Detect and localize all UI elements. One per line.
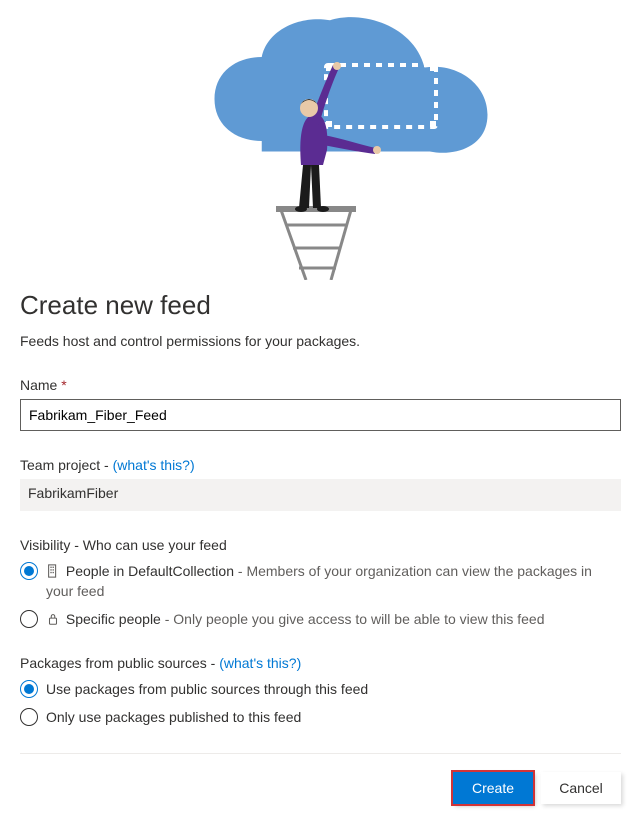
- create-button[interactable]: Create: [453, 772, 533, 804]
- team-project-value: FabrikamFiber: [20, 479, 621, 511]
- page-subtitle: Feeds host and control permissions for y…: [20, 333, 621, 349]
- cloud-illustration: [151, 10, 491, 280]
- radio-public-use[interactable]: [20, 680, 38, 698]
- team-project-whats-this-link[interactable]: (what's this?): [113, 457, 195, 473]
- public-use-label: Use packages from public sources through…: [46, 679, 621, 699]
- visibility-label: Visibility - Who can use your feed: [20, 537, 621, 553]
- team-project-group: Team project - (what's this?) FabrikamFi…: [20, 457, 621, 511]
- visibility-specific-desc: - Only people you give access to will be…: [161, 611, 545, 627]
- public-sources-option-use[interactable]: Use packages from public sources through…: [20, 679, 621, 699]
- name-input[interactable]: [20, 399, 621, 431]
- public-sources-label-text: Packages from public sources -: [20, 655, 219, 671]
- team-project-label-text: Team project -: [20, 457, 113, 473]
- public-sources-label: Packages from public sources - (what's t…: [20, 655, 621, 671]
- required-marker: *: [61, 377, 66, 393]
- name-group: Name *: [20, 377, 621, 431]
- visibility-option-specific-label: Specific people - Only people you give a…: [46, 609, 621, 629]
- divider: [20, 753, 621, 754]
- visibility-option-org-label: People in DefaultCollection - Members of…: [46, 561, 621, 601]
- name-label-text: Name: [20, 377, 57, 393]
- radio-public-only[interactable]: [20, 708, 38, 726]
- radio-visibility-specific[interactable]: [20, 610, 38, 628]
- cancel-button[interactable]: Cancel: [541, 772, 621, 804]
- visibility-specific-title: Specific people: [66, 611, 161, 627]
- dialog-footer: Create Cancel: [20, 772, 621, 804]
- public-sources-group: Packages from public sources - (what's t…: [20, 655, 621, 727]
- lock-icon: [46, 612, 60, 626]
- organization-icon: [46, 564, 60, 578]
- name-label: Name *: [20, 377, 621, 393]
- team-project-label: Team project - (what's this?): [20, 457, 621, 473]
- page-title: Create new feed: [20, 290, 621, 321]
- public-sources-option-only[interactable]: Only use packages published to this feed: [20, 707, 621, 727]
- visibility-option-specific[interactable]: Specific people - Only people you give a…: [20, 609, 621, 629]
- visibility-option-org[interactable]: People in DefaultCollection - Members of…: [20, 561, 621, 601]
- visibility-group: Visibility - Who can use your feed Peopl…: [20, 537, 621, 629]
- radio-visibility-org[interactable]: [20, 562, 38, 580]
- public-sources-whats-this-link[interactable]: (what's this?): [219, 655, 301, 671]
- visibility-org-title: People in DefaultCollection: [66, 563, 234, 579]
- public-only-label: Only use packages published to this feed: [46, 707, 621, 727]
- illustration: [20, 0, 621, 280]
